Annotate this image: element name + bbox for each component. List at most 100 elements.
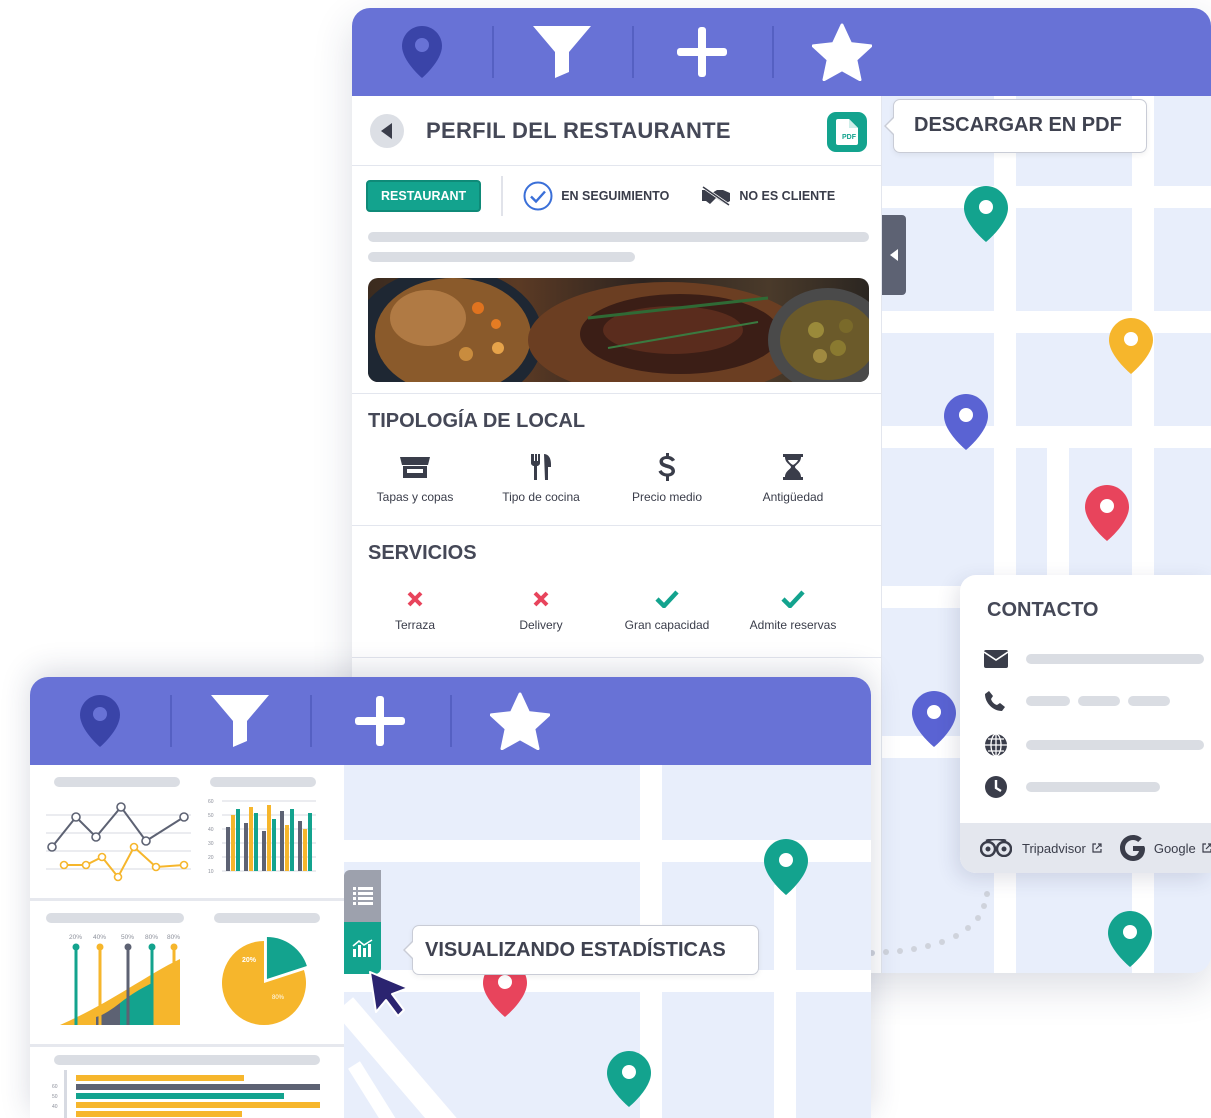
divider [30, 1044, 344, 1047]
hbar [76, 1084, 320, 1090]
contact-email[interactable] [984, 650, 1204, 668]
mouse-cursor-icon [369, 971, 409, 1017]
map-pin-teal[interactable] [1108, 911, 1152, 967]
lollipop-head [148, 943, 156, 951]
download-pdf-button[interactable]: PDF [827, 112, 867, 152]
map-pin-indigo[interactable] [912, 691, 956, 747]
toolbar-favorites-button[interactable] [450, 677, 590, 765]
bar [308, 813, 312, 871]
lollipop-head [124, 943, 132, 951]
statistics-view-tab[interactable] [344, 922, 381, 974]
toolbar-location-button[interactable] [352, 8, 492, 96]
bar [236, 809, 240, 871]
location-pin-icon [402, 26, 442, 78]
services-section: SERVICIOS Terraza Delivery Gran capacida… [352, 525, 882, 657]
tripadvisor-label: Tripadvisor [1022, 840, 1086, 856]
x-icon [533, 591, 549, 607]
toolbar-location-button[interactable] [30, 677, 170, 765]
contact-card: CONTACTO Tripadvisor Google [960, 575, 1211, 873]
bar [303, 829, 307, 871]
toolbar-filter-button[interactable] [170, 677, 310, 765]
following-label: EN SEGUIMIENTO [561, 189, 670, 203]
toolbar-favorites-button[interactable] [772, 8, 912, 96]
collapse-panel-tab[interactable] [882, 215, 906, 295]
list-icon [352, 887, 373, 905]
page-title: PERFIL DEL RESTAURANTE [426, 117, 731, 143]
axis-tick: 40 [208, 827, 214, 833]
toolbar [30, 677, 871, 765]
map-pin-red[interactable] [1085, 485, 1129, 541]
star-icon [812, 23, 872, 81]
typology-section: TIPOLOGÍA DE LOCAL Tapas y copas Tipo de… [352, 393, 882, 525]
callout-text: DESCARGAR EN PDF [914, 114, 1122, 136]
pdf-badge: PDF [842, 133, 856, 141]
divider [501, 176, 504, 216]
lollipop-head [96, 943, 104, 951]
hbar [76, 1093, 284, 1099]
google-icon [1119, 835, 1145, 861]
pie-chart: 20% 80% [222, 936, 307, 1025]
x-icon [407, 591, 423, 607]
check-icon [655, 590, 679, 608]
divider [30, 898, 344, 901]
profile-tags: RESTAURANT EN SEGUIMIENTO NO ES CLIENTE [352, 166, 881, 226]
percent-label: 50% [121, 934, 134, 941]
statistics-callout: VISUALIZANDO ESTADÍSTICAS [403, 925, 759, 975]
plus-icon [677, 27, 727, 77]
bar [244, 823, 248, 871]
horizontal-bar-chart: 60 50 40 [52, 1070, 320, 1118]
service-label: Delivery [519, 618, 563, 632]
globe-icon [985, 733, 1007, 757]
filter-icon [533, 26, 591, 78]
axis-tick: 30 [208, 841, 214, 847]
hbar [76, 1111, 242, 1117]
location-pin-icon [80, 695, 120, 747]
map-pin-yellow[interactable] [1109, 318, 1153, 374]
toolbar [352, 8, 1211, 96]
no-handshake-icon [702, 186, 731, 206]
chart-title-skeleton [210, 777, 316, 787]
lollipop-head [170, 943, 178, 951]
hbar [76, 1102, 320, 1108]
following-status[interactable]: EN SEGUIMIENTO [523, 181, 669, 211]
services-title: SERVICIOS [368, 542, 477, 564]
map-pin-indigo[interactable] [944, 394, 988, 450]
map-pin-teal[interactable] [607, 1051, 651, 1107]
percent-label: 80% [167, 934, 180, 941]
hourglass-icon [783, 454, 803, 480]
bar [262, 831, 266, 871]
contact-website[interactable] [984, 733, 1204, 757]
profile-header: PERFIL DEL RESTAURANTE PDF [352, 96, 881, 166]
toolbar-add-button[interactable] [310, 677, 450, 765]
filter-icon [211, 695, 269, 747]
axis-tick: 60 [208, 799, 214, 805]
axis-tick: 50 [208, 813, 214, 819]
hbar [76, 1075, 244, 1081]
contact-phone[interactable] [984, 690, 1170, 712]
tripadvisor-link[interactable]: Tripadvisor [980, 839, 1102, 857]
stage: PERFIL DEL RESTAURANTE PDF RESTAURANT EN… [0, 0, 1211, 1118]
bar [280, 811, 284, 871]
service-delivery: Delivery [478, 586, 604, 632]
toolbar-add-button[interactable] [632, 8, 772, 96]
bar [272, 819, 276, 871]
svg-text:60: 60 [52, 1084, 58, 1090]
axis-tick: 10 [208, 869, 214, 875]
chart-title-skeleton [46, 913, 184, 923]
google-label: Google [1153, 840, 1196, 856]
contact-hours [984, 775, 1160, 799]
toolbar-filter-button[interactable] [492, 8, 632, 96]
client-status: NO ES CLIENTE [701, 186, 835, 206]
list-view-tab[interactable] [344, 870, 381, 922]
tripadvisor-icon [980, 839, 1012, 857]
chart-title-skeleton [54, 1055, 320, 1065]
map-pin-teal[interactable] [764, 839, 808, 895]
service-label: Terraza [394, 618, 435, 632]
client-label: NO ES CLIENTE [739, 189, 836, 203]
service-reservations: Admite reservas [730, 586, 856, 632]
back-button[interactable] [370, 113, 404, 148]
percent-label: 20% [69, 934, 82, 941]
percent-label: 80% [145, 934, 158, 941]
map-pin-teal[interactable] [964, 186, 1008, 242]
google-link[interactable]: Google [1119, 835, 1211, 861]
